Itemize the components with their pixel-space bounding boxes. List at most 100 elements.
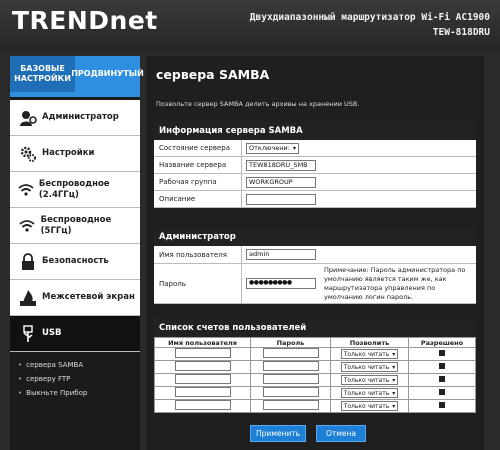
- chevron-down-icon: ▾: [292, 144, 296, 152]
- user-password-input[interactable]: [262, 387, 319, 397]
- enabled-checkbox[interactable]: [439, 363, 445, 369]
- sidebar-item-label: Администратор: [42, 112, 119, 122]
- table-row: Только читать ▾: [154, 386, 476, 400]
- field-label: Название сервера: [154, 157, 242, 173]
- router-model: TEW-818DRU: [432, 27, 490, 38]
- sidebar-item-label: USB: [42, 328, 62, 338]
- user-name-input[interactable]: [174, 361, 231, 371]
- user-accounts-section: Список счетов пользователей Имя пользова…: [154, 319, 476, 413]
- user-password-input[interactable]: [262, 361, 319, 371]
- submenu-item-samba[interactable]: сервера SAMBA: [18, 358, 140, 372]
- user-name-input[interactable]: [174, 374, 231, 384]
- column-header: Разрешено: [408, 337, 476, 348]
- main-content: сервера SAMBA Позвольте сервер SAMBA дел…: [146, 56, 484, 450]
- row-workgroup: Рабочая группа WORKGROUP: [154, 174, 476, 191]
- admin-icon: [14, 100, 42, 136]
- user-password-input[interactable]: [262, 400, 319, 410]
- sidebar-menu: Администратор Настройки Беспроводное (2.…: [10, 100, 140, 400]
- admin-section: Администратор Имя пользователя admin Пар…: [154, 228, 476, 304]
- user-password-input[interactable]: [262, 348, 319, 358]
- password-note: Примечание: Пароль администратора по умо…: [324, 265, 466, 301]
- tab-basic-settings[interactable]: БАЗОВЫЕ НАСТРОЙКИ: [10, 56, 75, 92]
- permission-select[interactable]: Только читать ▾: [340, 401, 399, 411]
- field-label: Пароль: [154, 264, 242, 303]
- sidebar-item-security[interactable]: Безопасность: [10, 244, 140, 280]
- row-server-name: Название сервера TEW818DRU_SMB: [154, 157, 476, 174]
- field-label: Рабочая группа: [154, 174, 242, 190]
- permission-select[interactable]: Только читать ▾: [340, 375, 399, 385]
- server-name-input[interactable]: TEW818DRU_SMB: [246, 159, 316, 171]
- wifi-icon: [14, 172, 39, 208]
- usb-submenu: сервера SAMBA серверу FTP Выкньте Прибор: [10, 352, 140, 400]
- admin-password-input[interactable]: ●●●●●●●●●: [246, 278, 316, 289]
- user-name-input[interactable]: [174, 387, 231, 397]
- submenu-item-eject[interactable]: Выкньте Прибор: [18, 386, 140, 400]
- sidebar-item-label: Беспроводное (5ГГц): [40, 214, 112, 236]
- select-value: Отключени:: [249, 144, 290, 152]
- row-admin-username: Имя пользователя admin: [154, 246, 476, 264]
- table-row: Только читать ▾: [154, 360, 476, 374]
- description-input[interactable]: [246, 193, 316, 205]
- column-header: Имя пользователя: [154, 337, 251, 348]
- select-value: Только читать: [343, 363, 390, 371]
- enabled-checkbox[interactable]: [439, 376, 445, 382]
- sidebar-item-label: Безопасность: [42, 256, 109, 266]
- sidebar-item-wireless-24[interactable]: Беспроводное (2.4ГГц): [10, 172, 140, 208]
- permission-select[interactable]: Только читать ▾: [340, 362, 399, 372]
- section-heading: Администратор: [154, 228, 476, 246]
- sidebar-item-usb[interactable]: USB: [10, 316, 140, 352]
- chevron-down-icon: ▾: [392, 363, 396, 371]
- permission-select[interactable]: Только читать ▾: [340, 349, 399, 359]
- field-label: Описание: [154, 191, 242, 207]
- apply-button[interactable]: Применить: [250, 425, 306, 442]
- mode-tab-underline: [10, 92, 140, 97]
- usb-icon: [14, 316, 42, 352]
- table-row: Только читать ▾: [154, 347, 476, 361]
- sidebar-item-label: Беспроводное (2.4ГГц): [38, 178, 110, 200]
- sidebar-item-firewall[interactable]: Межсетевой экран: [10, 280, 140, 316]
- section-heading: Список счетов пользователей: [154, 319, 476, 337]
- workgroup-input[interactable]: WORKGROUP: [246, 176, 316, 188]
- table-header-row: Имя пользователя Пароль Позволить Разреш…: [154, 337, 476, 348]
- header: TRENDnet Двухдиапазонный маршрутизатор W…: [0, 0, 500, 52]
- sidebar-item-administrator[interactable]: Администратор: [10, 100, 140, 136]
- row-server-status: Состояние сервера Отключени: ▾: [154, 140, 476, 157]
- lock-icon: [14, 244, 42, 280]
- enabled-checkbox[interactable]: [439, 402, 445, 408]
- chevron-down-icon: ▾: [392, 389, 396, 397]
- column-header: Позволить: [330, 337, 409, 348]
- chevron-down-icon: ▾: [392, 402, 396, 410]
- table-row: Только читать ▾: [154, 373, 476, 387]
- wifi-icon: [14, 208, 41, 244]
- select-value: Только читать: [343, 402, 390, 410]
- chevron-down-icon: ▾: [392, 350, 396, 358]
- tab-advanced[interactable]: ПРОДВИНУТЫЙ: [71, 56, 144, 92]
- server-status-select[interactable]: Отключени: ▾: [246, 142, 299, 154]
- submenu-item-ftp[interactable]: серверу FTP: [18, 372, 140, 386]
- user-password-input[interactable]: [262, 374, 319, 384]
- permission-select[interactable]: Только читать ▾: [340, 388, 399, 398]
- section-heading: Информация сервера SAMBA: [154, 122, 476, 140]
- chevron-down-icon: ▾: [392, 376, 396, 384]
- mode-tabs: БАЗОВЫЕ НАСТРОЙКИ ПРОДВИНУТЫЙ: [10, 56, 144, 92]
- field-label: Имя пользователя: [154, 246, 242, 263]
- sidebar-item-wireless-5[interactable]: Беспроводное (5ГГц): [10, 208, 140, 244]
- sidebar-item-label: Межсетевой экран: [42, 292, 135, 302]
- gears-icon: [14, 136, 42, 172]
- field-label: Состояние сервера: [154, 140, 242, 156]
- enabled-checkbox[interactable]: [439, 350, 445, 356]
- cancel-button[interactable]: Отмена: [316, 425, 366, 442]
- select-value: Только читать: [343, 350, 390, 358]
- enabled-checkbox[interactable]: [439, 389, 445, 395]
- row-description: Описание: [154, 191, 476, 208]
- user-name-input[interactable]: [174, 348, 231, 358]
- admin-username-input[interactable]: admin: [246, 249, 316, 260]
- sidebar: БАЗОВЫЕ НАСТРОЙКИ ПРОДВИНУТЫЙ Администра…: [10, 56, 144, 450]
- trendnet-logo[interactable]: TRENDnet: [12, 6, 158, 35]
- select-value: Только читать: [343, 389, 390, 397]
- page-title: сервера SAMBA: [156, 67, 270, 82]
- row-admin-password: Пароль ●●●●●●●●● Примечание: Пароль адми…: [154, 264, 476, 304]
- user-name-input[interactable]: [174, 400, 231, 410]
- sidebar-item-settings[interactable]: Настройки: [10, 136, 140, 172]
- server-info-section: Информация сервера SAMBA Состояние серве…: [154, 122, 476, 208]
